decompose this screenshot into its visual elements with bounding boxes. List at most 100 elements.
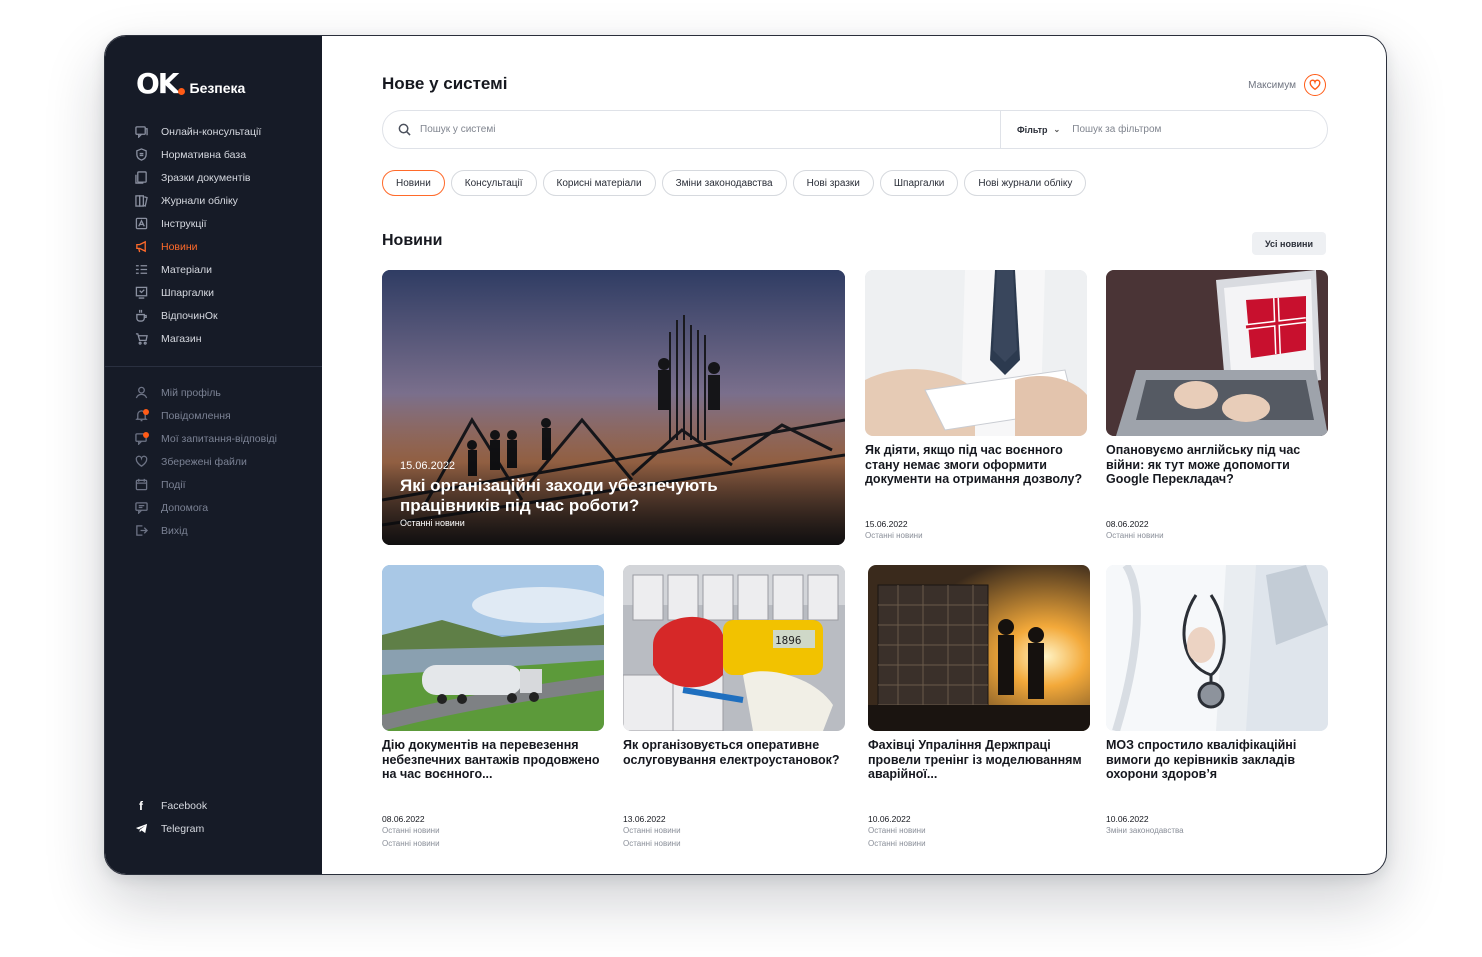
sidebar-item-label: Нормативна база bbox=[161, 148, 247, 161]
sidebar-item-events[interactable]: Події bbox=[133, 473, 313, 496]
news-category: Останні новини bbox=[400, 518, 465, 528]
sidebar-item-label: Мій профіль bbox=[161, 386, 221, 399]
news-category: Останні новини bbox=[865, 531, 923, 540]
sidebar-item-journals[interactable]: Журнали обліку bbox=[133, 189, 313, 212]
sidebar-item-notifications[interactable]: Повідомлення bbox=[133, 404, 313, 427]
sidebar-item-help[interactable]: Допомога bbox=[133, 496, 313, 519]
logout-icon bbox=[133, 523, 149, 539]
cheatsheet-icon bbox=[133, 285, 149, 301]
news-category: Зміни законодавства bbox=[1106, 826, 1184, 835]
news-card-image: 1896 bbox=[623, 565, 845, 731]
filter-dropdown[interactable]: Фільтр ⌄ bbox=[1017, 125, 1060, 135]
news-date: 10.06.2022 bbox=[868, 814, 911, 824]
sidebar-item-label: Інструкції bbox=[161, 217, 207, 230]
chip-consultations[interactable]: Консультації bbox=[450, 170, 537, 196]
chip-legislation-changes[interactable]: Зміни законодавства bbox=[661, 170, 787, 196]
sidebar-item-label: Вихід bbox=[161, 524, 188, 537]
notification-badge bbox=[143, 408, 149, 415]
telegram-link[interactable]: Telegram bbox=[133, 817, 207, 840]
news-title: Які організаційні заходи убезпечують пра… bbox=[400, 476, 718, 515]
calendar-icon bbox=[133, 477, 149, 493]
search-input[interactable] bbox=[420, 124, 1000, 135]
news-category: Останні новини bbox=[868, 839, 926, 848]
cart-icon bbox=[133, 331, 149, 347]
news-date: 08.06.2022 bbox=[382, 814, 425, 824]
sidebar-item-label: Новини bbox=[161, 240, 198, 253]
search-icon[interactable] bbox=[398, 123, 412, 137]
sidebar-item-consultations[interactable]: Онлайн-консультації bbox=[133, 120, 313, 143]
sidebar-item-label: ВідпочинОк bbox=[161, 309, 218, 322]
chip-cheatsheets[interactable]: Шпаргалки bbox=[879, 170, 959, 196]
brand-name: Безпека bbox=[189, 79, 246, 96]
news-date: 08.06.2022 bbox=[1106, 519, 1149, 529]
news-title: Фахівці Упраління Держпраці провели трен… bbox=[868, 738, 1082, 781]
news-date: 15.06.2022 bbox=[400, 460, 456, 472]
sidebar-item-label: Магазин bbox=[161, 332, 202, 345]
news-category: Останні новини bbox=[623, 826, 681, 835]
sidebar-item-label: Мої запитання-відповіді bbox=[161, 432, 277, 445]
news-card-image bbox=[1106, 565, 1328, 731]
main-content: Нове у системі Максимум Фільтр ⌄ Новини К… bbox=[322, 36, 1386, 874]
news-card[interactable]: Фахівці Упраління Держпраці провели трен… bbox=[868, 565, 1090, 848]
sidebar-item-instructions[interactable]: Інструкції bbox=[133, 212, 313, 235]
sidebar-item-templates[interactable]: Зразки документів bbox=[133, 166, 313, 189]
main-nav: Онлайн-консультації Нормативна база Зраз… bbox=[133, 120, 313, 350]
sidebar-item-shop[interactable]: Магазин bbox=[133, 327, 313, 350]
megaphone-icon bbox=[133, 239, 149, 255]
news-card[interactable]: Опановуємо англійську під час війни: як … bbox=[1106, 270, 1328, 540]
chip-useful-materials[interactable]: Корисні матеріали bbox=[542, 170, 656, 196]
news-category: Останні новини bbox=[868, 826, 926, 835]
news-category: Останні новини bbox=[382, 839, 440, 848]
news-card[interactable]: МОЗ спростило кваліфікаційні вимоги до к… bbox=[1106, 565, 1328, 835]
featured-news-card[interactable]: 15.06.2022 Які організаційні заходи убез… bbox=[382, 270, 845, 545]
logo-mark: OK bbox=[136, 67, 185, 100]
sidebar-item-label: Матеріали bbox=[161, 263, 213, 276]
news-card-image bbox=[1106, 270, 1328, 436]
news-date: 10.06.2022 bbox=[1106, 814, 1149, 824]
sidebar-item-saved-files[interactable]: Збережені файли bbox=[133, 450, 313, 473]
news-card[interactable]: Як діяти, якщо під час воєнного стану не… bbox=[865, 270, 1087, 540]
documents-icon bbox=[133, 170, 149, 186]
all-news-button[interactable]: Усі новини bbox=[1251, 232, 1326, 255]
search-separator bbox=[1000, 111, 1001, 148]
sidebar-item-label: Допомога bbox=[161, 501, 209, 514]
news-title: Як організовується оперативне ослуговува… bbox=[623, 738, 840, 767]
sidebar-item-news[interactable]: Новини bbox=[133, 235, 313, 258]
news-card-image bbox=[868, 565, 1090, 731]
search-bar: Фільтр ⌄ bbox=[382, 110, 1328, 149]
news-section-title: Новини bbox=[382, 232, 443, 249]
sidebar-item-label: Журнали обліку bbox=[161, 194, 238, 207]
sidebar-item-materials[interactable]: Матеріали bbox=[133, 258, 313, 281]
app-window: OK Безпека Онлайн-консультації Нормативн… bbox=[104, 35, 1387, 875]
news-title: МОЗ спростило кваліфікаційні вимоги до к… bbox=[1106, 738, 1297, 781]
news-card-image bbox=[865, 270, 1087, 436]
sidebar-item-label: Збережені файли bbox=[161, 455, 247, 468]
facebook-link[interactable]: f Facebook bbox=[133, 794, 207, 817]
sidebar-item-label: Події bbox=[161, 478, 186, 491]
news-title: Як діяти, якщо під час воєнного стану не… bbox=[865, 443, 1083, 486]
user-menu[interactable]: Максимум bbox=[1248, 74, 1326, 96]
avatar[interactable] bbox=[1304, 74, 1326, 96]
news-card[interactable]: 1896 Як організовується оперативне ослуг… bbox=[623, 565, 845, 848]
sidebar-item-regulations[interactable]: Нормативна база bbox=[133, 143, 313, 166]
list-icon bbox=[133, 262, 149, 278]
chip-new-journals[interactable]: Нові журнали обліку bbox=[964, 170, 1087, 196]
filter-label: Фільтр bbox=[1017, 124, 1048, 135]
news-card[interactable]: Дію документів на перевезення небезпечни… bbox=[382, 565, 604, 848]
facebook-icon: f bbox=[139, 798, 143, 813]
sidebar-item-questions[interactable]: Мої запитання-відповіді bbox=[133, 427, 313, 450]
sidebar-item-logout[interactable]: Вихід bbox=[133, 519, 313, 542]
filter-search-input[interactable] bbox=[1072, 124, 1273, 135]
sidebar-item-label: Шпаргалки bbox=[161, 286, 215, 299]
news-date: 13.06.2022 bbox=[623, 814, 666, 824]
news-card-image bbox=[382, 565, 604, 731]
user-name: Максимум bbox=[1248, 79, 1296, 91]
sidebar-item-cheatsheets[interactable]: Шпаргалки bbox=[133, 281, 313, 304]
coffee-icon bbox=[133, 308, 149, 324]
chip-new-templates[interactable]: Нові зразки bbox=[792, 170, 874, 196]
sidebar-item-profile[interactable]: Мій профіль bbox=[133, 381, 313, 404]
chip-news[interactable]: Новини bbox=[382, 170, 445, 196]
logo[interactable]: OK Безпека bbox=[136, 67, 245, 100]
news-date: 15.06.2022 bbox=[865, 519, 908, 529]
sidebar-item-rest[interactable]: ВідпочинОк bbox=[133, 304, 313, 327]
